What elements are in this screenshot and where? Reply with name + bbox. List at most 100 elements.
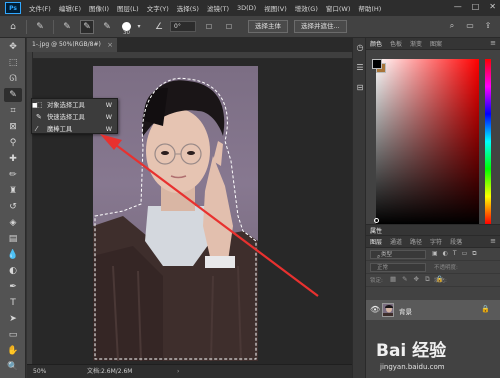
options-bar: ⌂ ✎ ✎ ✎ ✎ 30 ▾ ∠ 0° ☐ ☐ 选择主体 选择并遮住... ⌕ …: [0, 16, 500, 38]
layers-panel-tabs: 图层 通道 路径 字符 段落 ≡: [366, 236, 500, 248]
minimize-button[interactable]: —: [454, 2, 462, 11]
eyedropper-tool-icon[interactable]: ⚲: [4, 136, 22, 150]
tab-channels[interactable]: 通道: [386, 237, 406, 246]
document-tab[interactable]: 1-.jpg @ 50%(RGB/8#) ×: [27, 38, 117, 52]
hand-tool-icon[interactable]: ✋: [4, 344, 22, 358]
options-right-icons: ⌕ ▭ ⇪: [446, 20, 494, 32]
panel-menu-icon[interactable]: ≡: [490, 237, 496, 245]
status-bar: 50% 文档:2.6M/2.6M ›: [27, 364, 352, 378]
tab-layers[interactable]: 图层: [366, 237, 386, 246]
tab-properties[interactable]: 属性: [366, 226, 386, 235]
close-window-button[interactable]: ✕: [489, 2, 496, 11]
history-brush-tool-icon[interactable]: ↺: [4, 200, 22, 214]
blur-tool-icon[interactable]: 💧: [4, 248, 22, 262]
brush-dropdown-icon[interactable]: ▾: [132, 20, 146, 34]
pixel-filter-icon[interactable]: ▣: [432, 250, 438, 258]
path-select-tool-icon[interactable]: ➤: [4, 312, 22, 326]
share-icon[interactable]: ⇪: [482, 20, 494, 32]
opacity-label[interactable]: 不透明度:: [434, 263, 458, 271]
move-tool-icon[interactable]: ✥: [4, 40, 22, 54]
menu-plugins[interactable]: 增效(G): [291, 3, 322, 13]
flyout-item-magic-wand[interactable]: ⁄ 魔棒工具 W: [32, 124, 117, 135]
tab-gradients[interactable]: 渐变: [406, 39, 426, 48]
panel-menu-icon[interactable]: ≡: [490, 39, 496, 47]
crop-tool-icon[interactable]: ⌗: [4, 104, 22, 118]
color-picker-field[interactable]: [376, 59, 479, 224]
search-icon[interactable]: ⌕: [446, 20, 458, 32]
sample-all-layers-checkbox[interactable]: ☐: [202, 20, 216, 34]
subtract-selection-icon[interactable]: ✎: [100, 20, 114, 34]
angle-input[interactable]: 0°: [170, 21, 196, 32]
menu-3d[interactable]: 3D(D): [233, 4, 260, 12]
brush-tool-icon[interactable]: ✏: [4, 168, 22, 182]
tab-swatches[interactable]: 色板: [386, 39, 406, 48]
zoom-level[interactable]: 50%: [33, 365, 46, 378]
frame-tool-icon[interactable]: ⊠: [4, 120, 22, 134]
dodge-tool-icon[interactable]: ◐: [4, 264, 22, 278]
pen-tool-icon[interactable]: ✒: [4, 280, 22, 294]
shape-filter-icon[interactable]: ▭: [462, 250, 468, 258]
tab-paragraph[interactable]: 段落: [446, 237, 466, 246]
lock-paint-icon[interactable]: ✎: [402, 275, 407, 284]
fill-label[interactable]: 填充:: [434, 276, 447, 284]
type-tool-icon[interactable]: T: [4, 296, 22, 310]
menu-window[interactable]: 窗口(W): [322, 3, 355, 13]
select-and-mask-button[interactable]: 选择并遮住...: [294, 20, 347, 33]
lock-artboard-icon[interactable]: ⧉: [425, 275, 430, 284]
menu-view[interactable]: 视图(V): [260, 3, 291, 13]
layer-filter-icons: ▣ ◐ T ▭ ⧉: [432, 250, 477, 258]
zoom-tool-icon[interactable]: 🔍: [4, 360, 22, 374]
menu-image[interactable]: 图像(I): [85, 3, 113, 13]
gradient-tool-icon[interactable]: ▤: [4, 232, 22, 246]
eraser-tool-icon[interactable]: ◈: [4, 216, 22, 230]
menu-filter[interactable]: 滤镜(T): [203, 3, 233, 13]
layer-kind-filter[interactable]: ⌕ 类型: [370, 250, 426, 260]
tab-patterns[interactable]: 图案: [426, 39, 446, 48]
foreground-color-swatch[interactable]: [372, 59, 382, 69]
stamp-tool-icon[interactable]: ♜: [4, 184, 22, 198]
menu-edit[interactable]: 编辑(E): [55, 3, 85, 13]
blend-mode-select[interactable]: 正常: [370, 263, 426, 272]
shape-tool-icon[interactable]: ▭: [4, 328, 22, 342]
smart-object-filter-icon[interactable]: ⧉: [472, 250, 476, 258]
layer-row-background[interactable]: 👁 背景 🔒: [366, 300, 500, 320]
menu-layer[interactable]: 图层(L): [113, 3, 143, 13]
libraries-panel-icon[interactable]: ⊟: [355, 82, 365, 94]
marquee-tool-icon[interactable]: ⬚: [4, 56, 22, 70]
adjustments-panel-icon[interactable]: ☰: [355, 62, 365, 74]
menu-select[interactable]: 选择(S): [173, 3, 203, 13]
quick-select-tool-icon[interactable]: ✎: [4, 88, 22, 102]
menu-type[interactable]: 文字(Y): [143, 3, 173, 13]
eye-icon[interactable]: 👁: [370, 305, 380, 314]
tab-color[interactable]: 颜色: [366, 39, 386, 48]
tab-character[interactable]: 字符: [426, 237, 446, 246]
healing-tool-icon[interactable]: ✚: [4, 152, 22, 166]
enhance-edge-checkbox[interactable]: ☐: [222, 20, 236, 34]
magic-wand-icon: ⁄: [36, 125, 38, 133]
select-subject-button[interactable]: 选择主体: [248, 20, 288, 33]
flyout-item-quick-select[interactable]: ✎ 快速选择工具 W: [32, 112, 117, 123]
menu-help[interactable]: 帮助(H): [354, 3, 385, 13]
blend-row: 正常 不透明度:: [366, 261, 500, 274]
new-selection-icon[interactable]: ✎: [60, 20, 74, 34]
history-panel-icon[interactable]: ◷: [355, 42, 365, 54]
lock-pixels-icon[interactable]: ▦: [390, 275, 396, 284]
color-picker-cursor[interactable]: [374, 218, 379, 223]
watermark-url: jingyan.baidu.com: [380, 363, 445, 371]
tab-paths[interactable]: 路径: [406, 237, 426, 246]
type-filter-icon[interactable]: T: [453, 250, 457, 258]
lock-position-icon[interactable]: ✥: [414, 275, 419, 284]
close-tab-icon[interactable]: ×: [107, 38, 113, 52]
hue-slider[interactable]: [485, 59, 491, 224]
add-to-selection-icon[interactable]: ✎: [80, 19, 94, 34]
flyout-item-object-select[interactable]: ■ ⬚ 对象选择工具 W: [32, 100, 117, 111]
menu-file[interactable]: 文件(F): [25, 3, 55, 13]
lasso-tool-icon[interactable]: ᘏ: [4, 72, 22, 86]
adjustment-filter-icon[interactable]: ◐: [443, 250, 448, 258]
workspace-icon[interactable]: ▭: [464, 20, 476, 32]
home-icon[interactable]: ⌂: [6, 20, 20, 34]
status-menu-arrow[interactable]: ›: [177, 365, 179, 378]
brush-size-value: 30: [123, 29, 130, 36]
tool-preset-icon[interactable]: ✎: [33, 20, 47, 34]
maximize-button[interactable]: □: [472, 2, 480, 11]
